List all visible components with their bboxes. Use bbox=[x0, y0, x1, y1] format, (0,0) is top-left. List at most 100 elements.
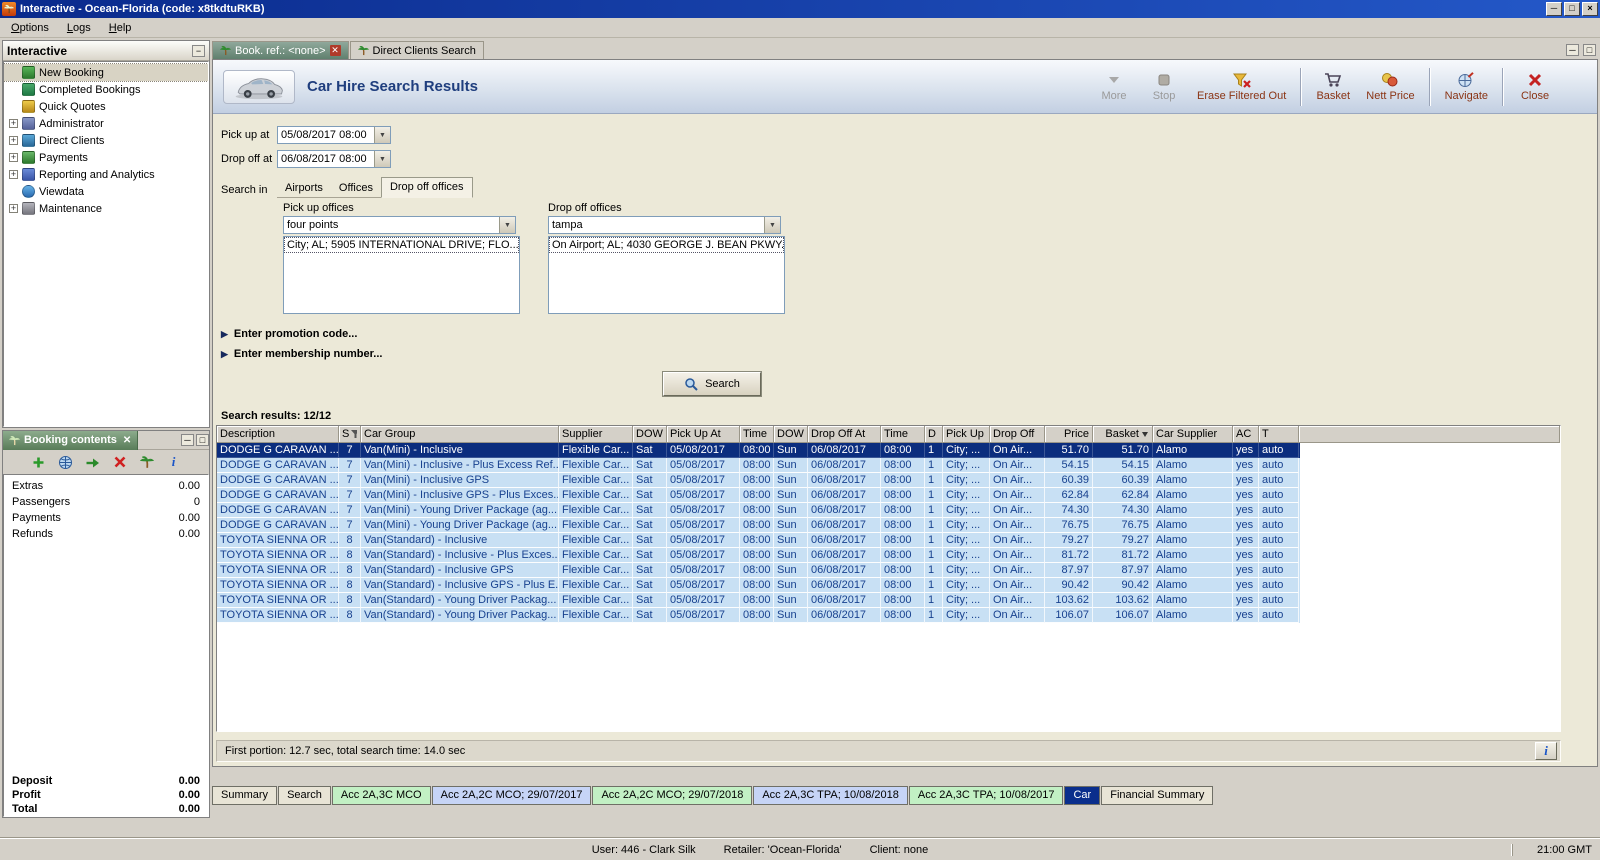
panel-minimize-button[interactable]: ─ bbox=[181, 434, 194, 446]
close-tab-icon[interactable]: ✕ bbox=[330, 45, 341, 56]
more-button[interactable]: More bbox=[1092, 70, 1136, 104]
sidebar-item[interactable]: + Reporting and Analytics bbox=[4, 166, 208, 183]
pickup-office-item[interactable]: City; AL; 5905 INTERNATIONAL DRIVE; FLO.… bbox=[285, 238, 518, 252]
close-page-button[interactable]: Close bbox=[1513, 70, 1557, 104]
close-panel-icon[interactable]: ✕ bbox=[123, 435, 131, 446]
delete-icon[interactable] bbox=[111, 453, 129, 471]
expand-icon[interactable]: + bbox=[9, 136, 18, 145]
result-row[interactable]: DODGE G CARAVAN ... 7 Van(Mini) - Inclus… bbox=[217, 443, 1300, 458]
erase-filtered-out-button[interactable]: Erase Filtered Out bbox=[1192, 70, 1291, 104]
booking-page-tab[interactable]: Search bbox=[278, 786, 331, 805]
result-row[interactable]: DODGE G CARAVAN ... 7 Van(Mini) - Young … bbox=[217, 503, 1300, 518]
sidebar-item[interactable]: + New Booking bbox=[4, 64, 208, 81]
search-in-tab[interactable]: Airports bbox=[277, 180, 331, 197]
booking-page-tab[interactable]: Acc 2A,3C MCO bbox=[332, 786, 431, 805]
col-dropoff-location[interactable]: Drop Off bbox=[990, 426, 1045, 443]
dropdown-arrow-icon[interactable]: ▼ bbox=[764, 217, 780, 233]
col-dow-dropoff[interactable]: DOW bbox=[774, 426, 808, 443]
sidebar-item[interactable]: + Payments bbox=[4, 149, 208, 166]
export-booking-icon[interactable] bbox=[138, 453, 156, 471]
result-row[interactable]: DODGE G CARAVAN ... 7 Van(Mini) - Inclus… bbox=[217, 473, 1300, 488]
booking-page-tab[interactable]: Acc 2A,3C TPA; 10/08/2018 bbox=[753, 786, 908, 805]
panel-maximize-button[interactable]: □ bbox=[196, 434, 209, 446]
internet-icon[interactable] bbox=[57, 453, 75, 471]
dropdown-arrow-icon[interactable]: ▼ bbox=[374, 127, 390, 143]
stop-button[interactable]: Stop bbox=[1142, 70, 1186, 104]
sidebar-item[interactable]: + Administrator bbox=[4, 115, 208, 132]
dropoff-offices-list[interactable]: On Airport; AL; 4030 GEORGE J. BEAN PKWY… bbox=[548, 236, 785, 314]
booking-page-tab[interactable]: Financial Summary bbox=[1101, 786, 1213, 805]
sidebar-item[interactable]: + Completed Bookings bbox=[4, 81, 208, 98]
col-description[interactable]: Description bbox=[217, 426, 339, 443]
pickup-datetime-select[interactable]: ▼ bbox=[277, 126, 391, 144]
booking-page-tab[interactable]: Acc 2A,2C MCO; 29/07/2017 bbox=[432, 786, 592, 805]
col-pickup-location[interactable]: Pick Up bbox=[943, 426, 990, 443]
col-pickup-at[interactable]: Pick Up At bbox=[667, 426, 740, 443]
navigate-button[interactable]: Navigate bbox=[1440, 70, 1493, 104]
dropdown-arrow-icon[interactable]: ▼ bbox=[499, 217, 515, 233]
promotion-code-expander[interactable]: ▶ Enter promotion code... bbox=[221, 328, 1203, 340]
booking-page-tab[interactable]: Car bbox=[1064, 786, 1100, 805]
child-minimize-button[interactable]: ─ bbox=[1566, 44, 1579, 56]
col-car-group[interactable]: Car Group bbox=[361, 426, 559, 443]
col-ac[interactable]: AC bbox=[1233, 426, 1259, 443]
col-dow-pickup[interactable]: DOW bbox=[633, 426, 667, 443]
dropoff-offices-input[interactable] bbox=[549, 217, 764, 233]
membership-number-expander[interactable]: ▶ Enter membership number... bbox=[221, 348, 1203, 360]
dropoff-offices-combo[interactable]: ▼ bbox=[548, 216, 781, 234]
sidebar-item[interactable]: + Viewdata bbox=[4, 183, 208, 200]
col-car-supplier[interactable]: Car Supplier bbox=[1153, 426, 1233, 443]
pickup-offices-list[interactable]: City; AL; 5905 INTERNATIONAL DRIVE; FLO.… bbox=[283, 236, 520, 314]
close-window-button[interactable]: × bbox=[1582, 2, 1598, 16]
pickup-offices-input[interactable] bbox=[284, 217, 499, 233]
move-booking-icon[interactable] bbox=[84, 453, 102, 471]
booking-page-tab[interactable]: Acc 2A,2C MCO; 29/07/2018 bbox=[592, 786, 752, 805]
col-basket[interactable]: Basket bbox=[1093, 426, 1153, 443]
result-row[interactable]: TOYOTA SIENNA OR ... 8 Van(Standard) - I… bbox=[217, 548, 1300, 563]
expand-icon[interactable]: + bbox=[9, 204, 18, 213]
workspace-tab[interactable]: Direct Clients Search ✕ bbox=[350, 41, 484, 59]
child-restore-button[interactable]: □ bbox=[1583, 44, 1596, 56]
result-row[interactable]: DODGE G CARAVAN ... 7 Van(Mini) - Inclus… bbox=[217, 458, 1300, 473]
dropoff-datetime-input[interactable] bbox=[278, 151, 374, 167]
result-row[interactable]: TOYOTA SIENNA OR ... 8 Van(Standard) - I… bbox=[217, 578, 1300, 593]
col-seats[interactable]: S bbox=[339, 426, 361, 443]
col-dropoff-at[interactable]: Drop Off At bbox=[808, 426, 881, 443]
search-in-tab[interactable]: Offices bbox=[331, 180, 381, 197]
result-row[interactable]: TOYOTA SIENNA OR ... 8 Van(Standard) - I… bbox=[217, 533, 1300, 548]
restore-button[interactable]: □ bbox=[1564, 2, 1580, 16]
col-supplier[interactable]: Supplier bbox=[559, 426, 633, 443]
menu-item[interactable]: Help bbox=[100, 19, 141, 37]
col-transmission[interactable]: T bbox=[1259, 426, 1299, 443]
result-row[interactable]: DODGE G CARAVAN ... 7 Van(Mini) - Inclus… bbox=[217, 488, 1300, 503]
minimize-button[interactable]: ─ bbox=[1546, 2, 1562, 16]
pickup-offices-combo[interactable]: ▼ bbox=[283, 216, 516, 234]
sidebar-item[interactable]: + Direct Clients bbox=[4, 132, 208, 149]
booking-contents-tab[interactable]: Booking contents ✕ bbox=[3, 431, 138, 450]
sidebar-item[interactable]: + Quick Quotes bbox=[4, 98, 208, 115]
pickup-datetime-input[interactable] bbox=[278, 127, 374, 143]
dropdown-arrow-icon[interactable]: ▼ bbox=[374, 151, 390, 167]
booking-page-tab[interactable]: Acc 2A,3C TPA; 10/08/2017 bbox=[909, 786, 1064, 805]
result-row[interactable]: TOYOTA SIENNA OR ... 8 Van(Standard) - I… bbox=[217, 563, 1300, 578]
expand-icon[interactable]: + bbox=[9, 153, 18, 162]
expand-icon[interactable]: + bbox=[9, 119, 18, 128]
dropoff-office-item[interactable]: On Airport; AL; 4030 GEORGE J. BEAN PKWY… bbox=[550, 238, 783, 252]
search-in-tab[interactable]: Drop off offices bbox=[381, 177, 473, 198]
menu-item[interactable]: Logs bbox=[58, 19, 100, 37]
info-button[interactable]: i bbox=[1535, 742, 1557, 760]
result-row[interactable]: TOYOTA SIENNA OR ... 8 Van(Standard) - Y… bbox=[217, 608, 1300, 623]
info-icon[interactable]: i bbox=[165, 453, 183, 471]
basket-button[interactable]: Basket bbox=[1311, 70, 1355, 104]
col-days[interactable]: D bbox=[925, 426, 943, 443]
booking-page-tab[interactable]: Summary bbox=[212, 786, 277, 805]
collapse-panel-button[interactable]: − bbox=[192, 45, 205, 57]
result-row[interactable]: DODGE G CARAVAN ... 7 Van(Mini) - Young … bbox=[217, 518, 1300, 533]
sidebar-item[interactable]: + Maintenance bbox=[4, 200, 208, 217]
col-price[interactable]: Price bbox=[1045, 426, 1093, 443]
nett-price-button[interactable]: Nett Price bbox=[1361, 70, 1419, 104]
search-button[interactable]: Search bbox=[663, 372, 761, 396]
col-dropoff-time[interactable]: Time bbox=[881, 426, 925, 443]
workspace-tab[interactable]: Book. ref.: <none> ✕ bbox=[212, 41, 349, 59]
menu-item[interactable]: Options bbox=[2, 19, 58, 37]
